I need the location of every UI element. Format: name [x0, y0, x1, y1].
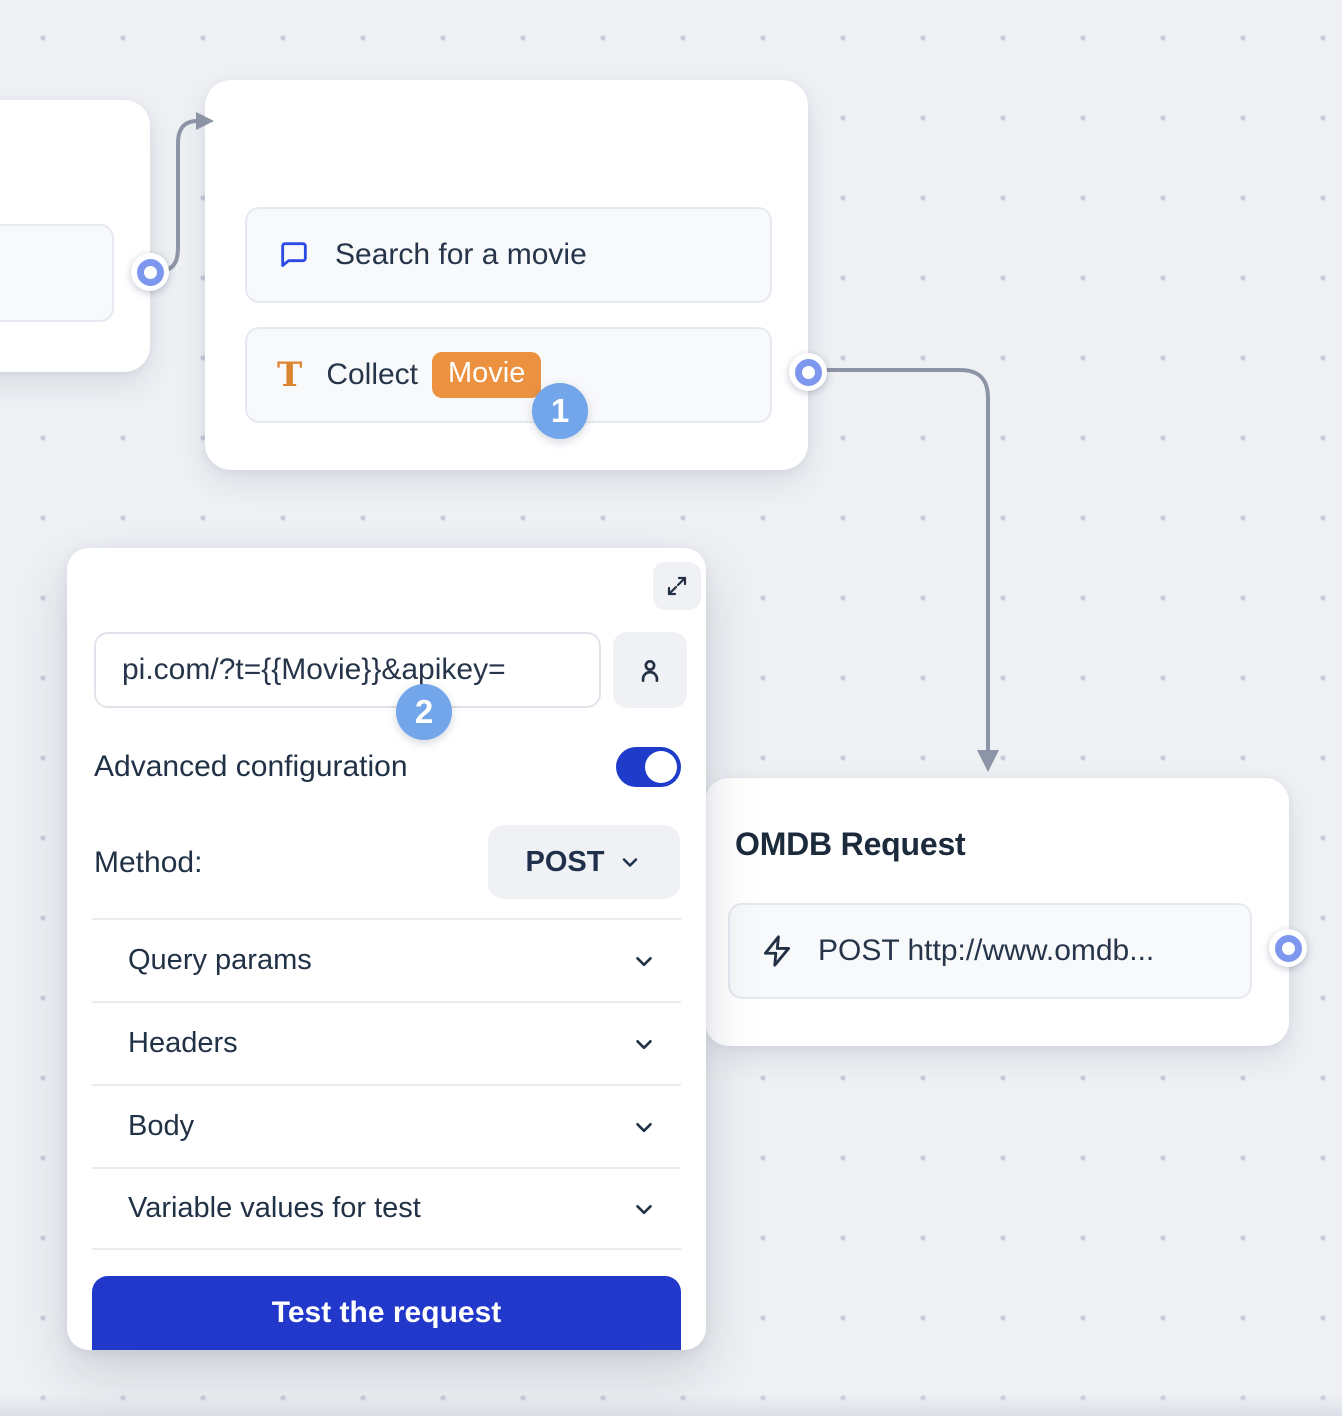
section-label: Body: [128, 1110, 194, 1143]
node-title: OMDB Request: [735, 826, 966, 863]
section-query-params[interactable]: Query params: [92, 918, 681, 1001]
chevron-down-icon: [631, 1031, 657, 1057]
connection-port-out-movie-search[interactable]: [789, 353, 827, 391]
section-headers[interactable]: Headers: [92, 1001, 681, 1084]
step-badge-1: 1: [532, 383, 588, 439]
node-omdb-request[interactable]: OMDB Request POST http://www.omdb...: [705, 778, 1289, 1046]
node-partial-item[interactable]: [0, 224, 114, 322]
connection-port-out-left-node[interactable]: [131, 253, 169, 291]
chevron-down-icon: [631, 1196, 657, 1222]
block-webhook-request[interactable]: POST http://www.omdb...: [728, 903, 1252, 999]
block-label: Search for a movie: [335, 238, 587, 272]
user-icon: [634, 654, 666, 686]
connection-port-out-omdb[interactable]: [1269, 929, 1307, 967]
webhook-config-panel[interactable]: Advanced configuration Method: POST Quer…: [67, 548, 706, 1350]
expand-icon: [665, 574, 689, 598]
advanced-configuration-toggle[interactable]: [616, 747, 681, 787]
section-label: Query params: [128, 944, 312, 977]
section-body[interactable]: Body: [92, 1084, 681, 1167]
method-dropdown[interactable]: POST: [488, 825, 680, 899]
bottom-fade: [0, 1394, 1342, 1416]
block-collect-movie[interactable]: T Collect Movie: [245, 327, 772, 423]
url-input[interactable]: [94, 632, 601, 708]
text-collect-icon: T: [277, 358, 302, 392]
chat-bubble-icon: [277, 238, 311, 272]
block-label: POST http://www.omdb...: [818, 934, 1154, 968]
test-request-button[interactable]: Test the request: [92, 1276, 681, 1350]
block-search-for-a-movie[interactable]: Search for a movie: [245, 207, 772, 303]
expand-button[interactable]: [653, 562, 701, 610]
chevron-down-icon: [631, 948, 657, 974]
method-label: Method:: [94, 843, 202, 883]
section-label: Headers: [128, 1027, 238, 1060]
step-badge-2: 2: [396, 684, 452, 740]
block-label: Collect: [326, 358, 418, 392]
method-value: POST: [526, 846, 605, 879]
accordion-sections: Query params Headers Body Variable value…: [92, 918, 681, 1250]
chevron-down-icon: [618, 850, 642, 874]
variable-badge: Movie: [432, 352, 541, 398]
flow-canvas[interactable]: Movie search Search for a movie T Collec…: [0, 0, 1342, 1416]
section-variable-values[interactable]: Variable values for test: [92, 1167, 681, 1250]
advanced-configuration-label: Advanced configuration: [94, 747, 408, 787]
chevron-down-icon: [631, 1114, 657, 1140]
node-movie-search[interactable]: Movie search Search for a movie T Collec…: [205, 80, 808, 470]
insert-variable-button[interactable]: [613, 632, 687, 708]
zap-icon: [760, 934, 794, 968]
node-partial-left[interactable]: [0, 100, 150, 372]
toggle-knob: [645, 751, 677, 783]
section-label: Variable values for test: [128, 1192, 421, 1225]
